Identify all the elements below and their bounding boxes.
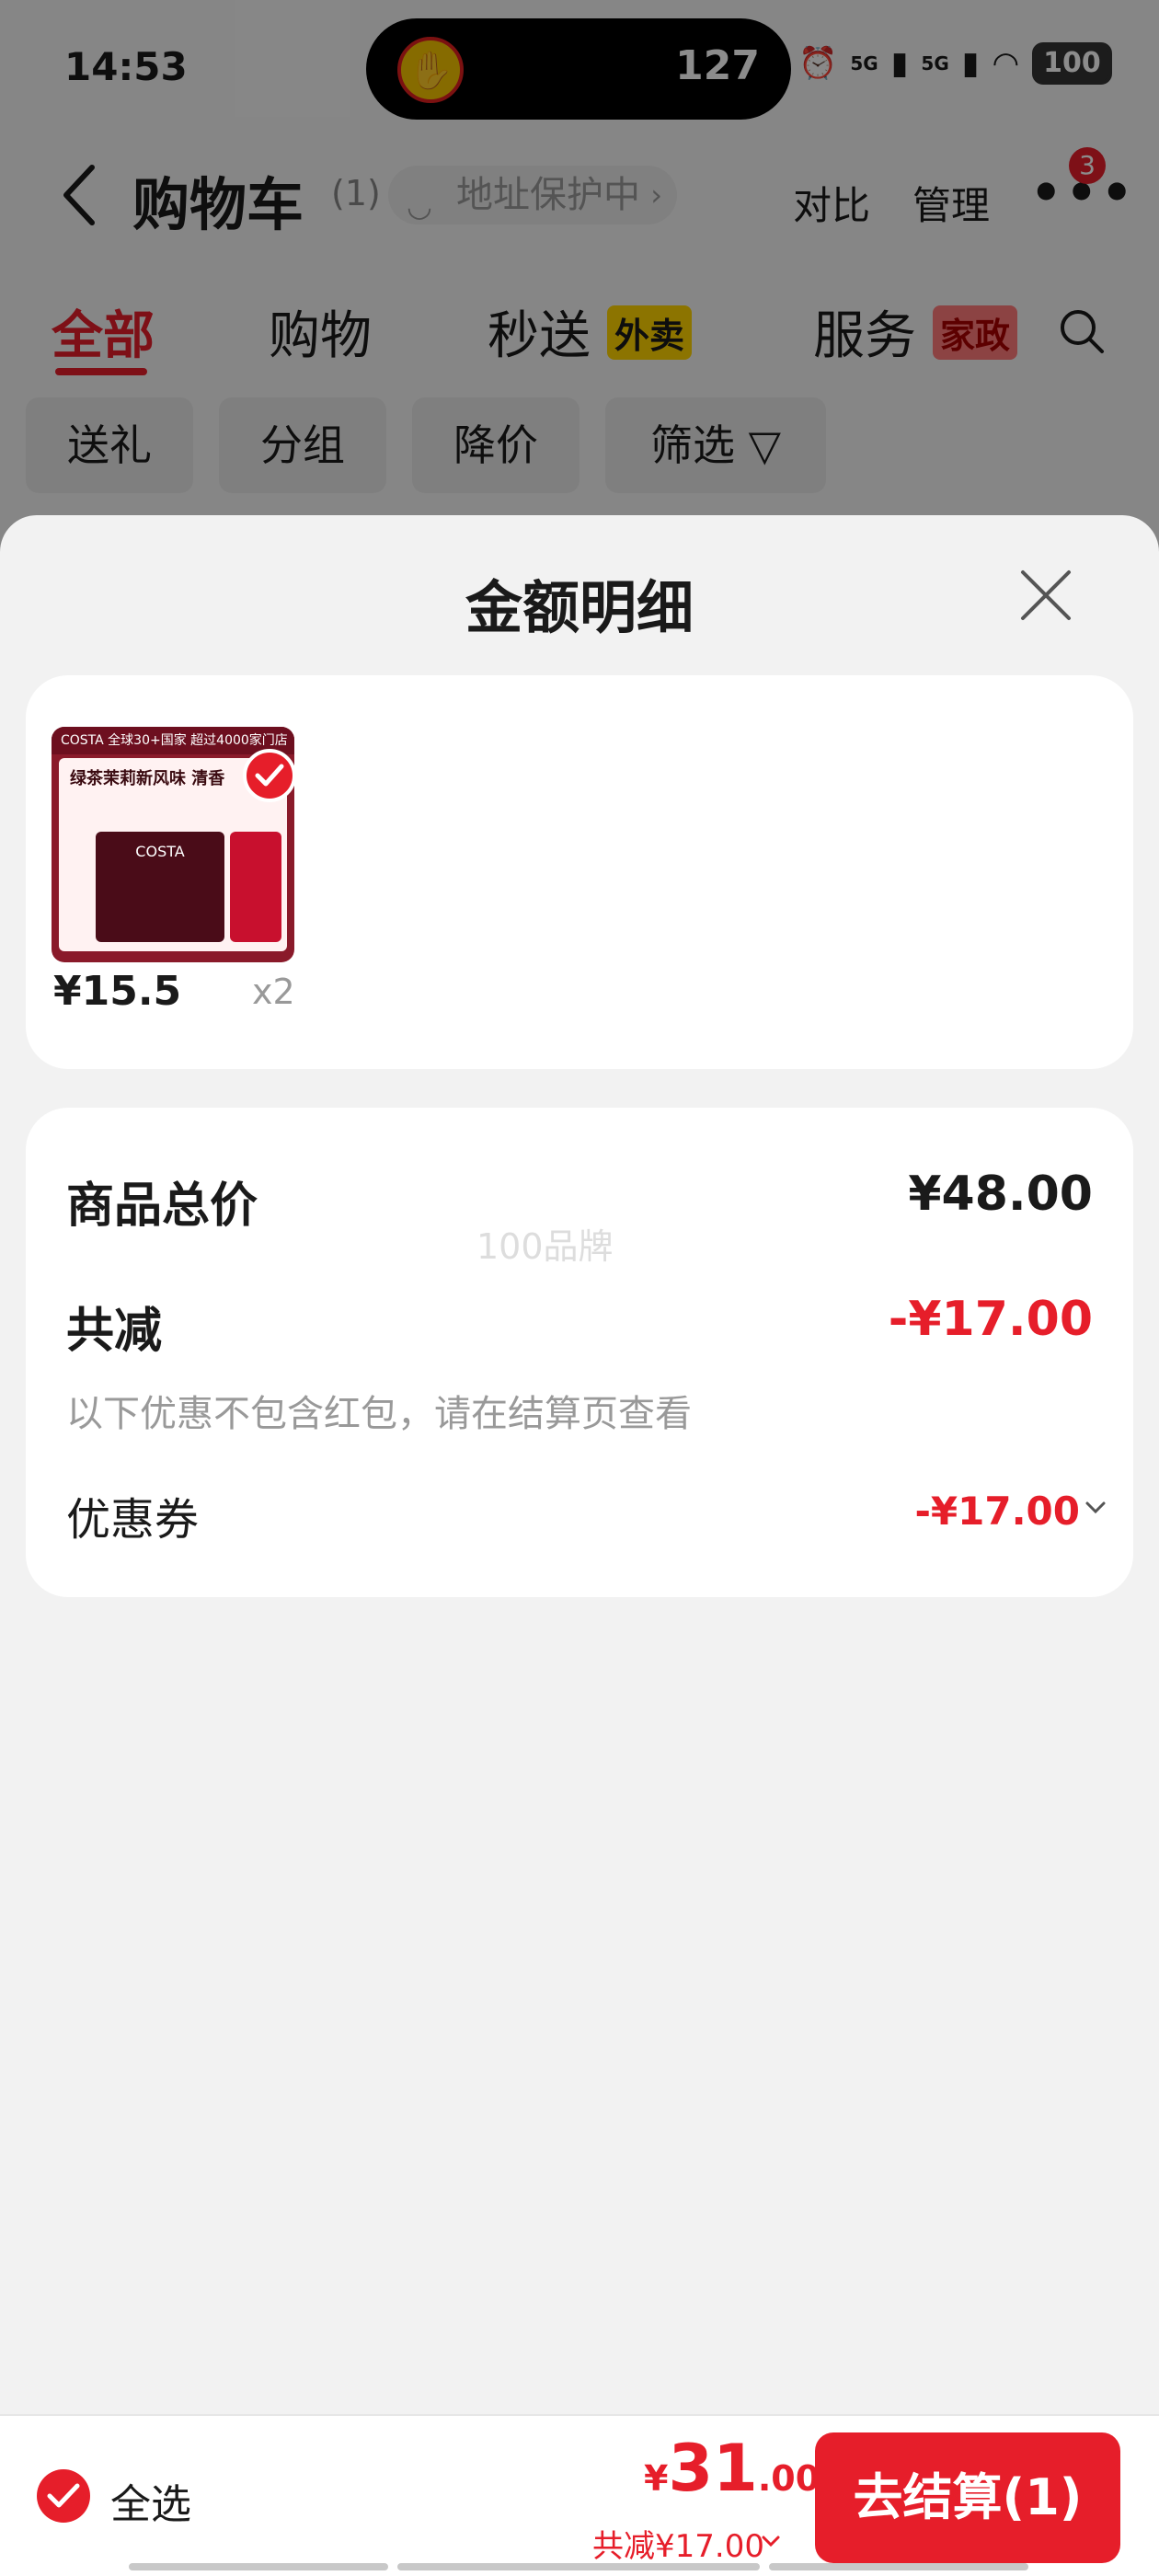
total-currency: ¥: [644, 2458, 669, 2499]
total-decimal: .00: [757, 2458, 820, 2499]
total-value: ¥48.00: [908, 1167, 1093, 1222]
coupon-value[interactable]: -¥17.00: [914, 1489, 1080, 1534]
home-indicator: [397, 2563, 760, 2570]
product-side-panel: [230, 832, 281, 942]
total-price: ¥31.00: [644, 2431, 820, 2506]
product-box: COSTA: [96, 832, 224, 942]
product-card: COSTA 全球30+国家 超过4000家门店 绿茶茉莉新风味 清香 COSTA…: [26, 675, 1133, 1069]
selected-check-icon: [243, 749, 294, 802]
sheet-title: 金额明细: [465, 574, 694, 641]
discount-value: -¥17.00: [888, 1292, 1093, 1347]
home-indicator: [129, 2563, 388, 2570]
watermark-text: 100品牌: [476, 1226, 614, 1267]
close-icon[interactable]: [1017, 567, 1074, 624]
discount-note: 以下优惠不包含红包，请在结算页查看: [66, 1393, 692, 1435]
coupon-label: 优惠券: [66, 1494, 200, 1546]
select-all-label[interactable]: 全选: [110, 2471, 191, 2530]
price-summary-card: 100品牌 商品总价 ¥48.00 共减 -¥17.00 以下优惠不包含红包，请…: [26, 1108, 1133, 1597]
total-integer: 31: [668, 2431, 758, 2506]
select-all-check-icon[interactable]: [37, 2469, 90, 2523]
chevron-down-icon[interactable]: [1082, 1494, 1109, 1522]
total-label: 商品总价: [66, 1179, 258, 1234]
discount-summary[interactable]: 共减¥17.00: [592, 2521, 764, 2566]
chevron-down-icon[interactable]: [760, 2530, 782, 2552]
home-indicator: [769, 2563, 1028, 2570]
thumb-headline: 绿茶茉莉新风味 清香: [70, 769, 225, 788]
product-quantity: x2: [252, 972, 295, 1012]
checkout-bar: 全选 ¥31.00 共减¥17.00 去结算(1): [0, 2414, 1159, 2576]
price-detail-sheet: 金额明细 COSTA 全球30+国家 超过4000家门店 绿茶茉莉新风味 清香 …: [0, 515, 1159, 2576]
product-price: ¥15.5: [53, 968, 182, 1015]
discount-label: 共减: [66, 1304, 163, 1359]
checkout-button[interactable]: 去结算(1): [815, 2432, 1120, 2563]
product-image[interactable]: COSTA 全球30+国家 超过4000家门店 绿茶茉莉新风味 清香 COSTA: [52, 727, 294, 962]
